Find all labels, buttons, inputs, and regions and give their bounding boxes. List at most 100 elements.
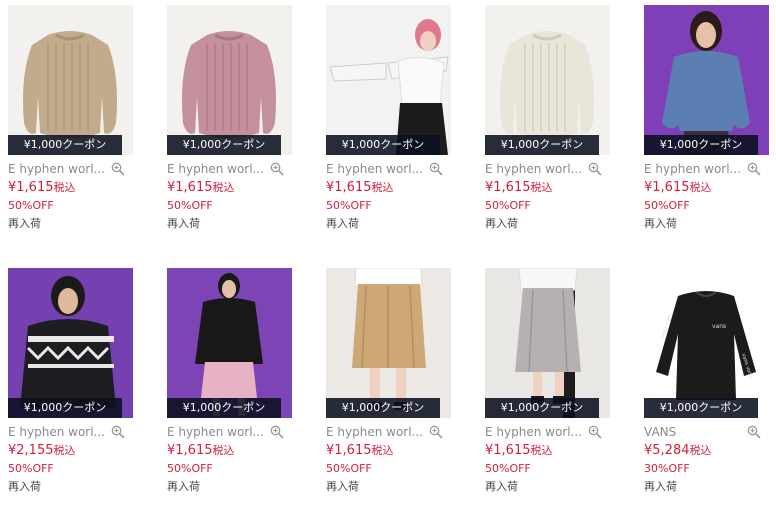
price-value: ¥1,615 [326, 443, 372, 458]
brand-name[interactable]: E hyphen worl... [326, 159, 424, 179]
product-card[interactable]: ¥1,000クーポン E hyphen worl... ¥1,615税込 50%… [485, 268, 611, 496]
product-image[interactable]: vans vans vans vans vans ¥1,000クーポン [644, 268, 769, 418]
grey-corduroy-skirt [485, 268, 610, 418]
price: ¥1,615税込 [485, 179, 611, 197]
product-card[interactable]: ¥1,000クーポン E hyphen worl... ¥1,615税込 50%… [8, 5, 134, 233]
price: ¥2,155税込 [8, 442, 134, 460]
magnifier-plus-icon[interactable] [270, 161, 284, 176]
coupon-badge[interactable]: ¥1,000クーポン [326, 135, 440, 155]
restock-label: 再入荷 [8, 480, 41, 493]
magnifier-plus-icon[interactable] [429, 424, 443, 439]
tax-label: 税込 [212, 444, 235, 457]
product-image[interactable]: ¥1,000クーポン [8, 268, 133, 418]
tax-label: 税込 [530, 181, 553, 194]
magnifier-plus-icon[interactable] [747, 424, 761, 439]
product-card[interactable]: ¥1,000クーポン E hyphen worl... ¥1,615税込 50%… [644, 5, 770, 233]
product-image[interactable]: ¥1,000クーポン [485, 268, 610, 418]
coupon-badge[interactable]: ¥1,000クーポン [485, 398, 599, 418]
brand-name[interactable]: E hyphen worl... [485, 422, 583, 442]
magnifier-plus-icon[interactable] [429, 161, 443, 176]
camel-corduroy-skirt [326, 268, 451, 418]
ivory-cable-knit-sweater [485, 5, 610, 155]
brand-name[interactable]: E hyphen worl... [8, 422, 106, 442]
product-card[interactable]: vans vans vans vans vans ¥1,000クーポン VANS… [644, 268, 770, 496]
price: ¥1,615税込 [644, 179, 770, 197]
product-image[interactable]: ¥1,000クーポン [485, 5, 610, 155]
svg-text:vans: vans [712, 323, 726, 330]
product-card[interactable]: ¥1,000クーポン E hyphen worl... ¥1,615税込 50%… [167, 268, 293, 496]
coupon-badge[interactable]: ¥1,000クーポン [326, 398, 440, 418]
price: ¥1,615税込 [167, 442, 293, 460]
coupon-badge[interactable]: ¥1,000クーポン [167, 135, 281, 155]
magnifier-plus-icon[interactable] [588, 424, 602, 439]
magnifier-plus-icon[interactable] [588, 161, 602, 176]
magnifier-plus-icon[interactable] [111, 424, 125, 439]
discount-rate: 50%OFF [167, 199, 213, 212]
product-card[interactable]: ¥1,000クーポン E hyphen worl... ¥1,615税込 50%… [326, 268, 452, 496]
discount-rate: 50%OFF [485, 462, 531, 475]
product-image[interactable]: ¥1,000クーポン [167, 5, 292, 155]
coupon-badge[interactable]: ¥1,000クーポン [167, 398, 281, 418]
price-value: ¥1,615 [8, 180, 54, 195]
pink-cable-knit-sweater [167, 5, 292, 155]
brand-name[interactable]: VANS [644, 422, 742, 442]
product-image[interactable]: ¥1,000クーポン [326, 5, 451, 155]
product-card[interactable]: ¥1,000クーポン E hyphen worl... ¥1,615税込 50%… [167, 5, 293, 233]
brand-name[interactable]: E hyphen worl... [485, 159, 583, 179]
magnifier-plus-icon[interactable] [270, 424, 284, 439]
restock-label: 再入荷 [167, 480, 200, 493]
model-nordic-sweater [8, 268, 133, 418]
brand-name[interactable]: E hyphen worl... [167, 422, 265, 442]
price: ¥1,615税込 [326, 442, 452, 460]
price: ¥1,615税込 [167, 179, 293, 197]
price-value: ¥1,615 [326, 180, 372, 195]
black-vans-long-sleeve-tee: vans vans vans vans vans [644, 268, 769, 418]
magnifier-plus-icon[interactable] [111, 161, 125, 176]
discount-rate: 50%OFF [644, 199, 690, 212]
price-value: ¥5,284 [644, 443, 690, 458]
restock-label: 再入荷 [644, 217, 677, 230]
model-blue-sweater [644, 5, 769, 155]
price: ¥1,615税込 [326, 179, 452, 197]
restock-label: 再入荷 [485, 217, 518, 230]
beige-cable-knit-sweater [8, 5, 133, 155]
tax-label: 税込 [530, 444, 553, 457]
discount-rate: 50%OFF [167, 462, 213, 475]
product-grid: ¥1,000クーポン E hyphen worl... ¥1,615税込 50%… [0, 0, 776, 509]
coupon-badge[interactable]: ¥1,000クーポン [485, 135, 599, 155]
restock-label: 再入荷 [326, 480, 359, 493]
price-value: ¥1,615 [485, 180, 531, 195]
price-value: ¥1,615 [167, 443, 213, 458]
price-value: ¥1,615 [485, 443, 531, 458]
product-card[interactable]: ¥1,000クーポン E hyphen worl... ¥1,615税込 50%… [485, 5, 611, 233]
brand-name[interactable]: E hyphen worl... [326, 422, 424, 442]
product-card[interactable]: ¥1,000クーポン E hyphen worl... ¥1,615税込 50%… [326, 5, 452, 233]
price: ¥1,615税込 [8, 179, 134, 197]
discount-rate: 50%OFF [8, 199, 54, 212]
discount-rate: 50%OFF [485, 199, 531, 212]
tax-label: 税込 [689, 181, 712, 194]
restock-label: 再入荷 [167, 217, 200, 230]
brand-name[interactable]: E hyphen worl... [8, 159, 106, 179]
discount-rate: 50%OFF [326, 199, 372, 212]
product-image[interactable]: ¥1,000クーポン [8, 5, 133, 155]
tax-label: 税込 [53, 181, 76, 194]
restock-label: 再入荷 [326, 217, 359, 230]
coupon-badge[interactable]: ¥1,000クーポン [8, 398, 122, 418]
coupon-badge[interactable]: ¥1,000クーポン [8, 135, 122, 155]
magnifier-plus-icon[interactable] [747, 161, 761, 176]
price: ¥1,615税込 [485, 442, 611, 460]
product-image[interactable]: ¥1,000クーポン [644, 5, 769, 155]
brand-name[interactable]: E hyphen worl... [644, 159, 742, 179]
product-card[interactable]: ¥1,000クーポン E hyphen worl... ¥2,155税込 50%… [8, 268, 134, 496]
discount-rate: 50%OFF [8, 462, 54, 475]
price-value: ¥2,155 [8, 443, 54, 458]
price-value: ¥1,615 [644, 180, 690, 195]
brand-name[interactable]: E hyphen worl... [167, 159, 265, 179]
tax-label: 税込 [371, 444, 394, 457]
coupon-badge[interactable]: ¥1,000クーポン [644, 398, 758, 418]
product-image[interactable]: ¥1,000クーポン [326, 268, 451, 418]
coupon-badge[interactable]: ¥1,000クーポン [644, 135, 758, 155]
tax-label: 税込 [371, 181, 394, 194]
product-image[interactable]: ¥1,000クーポン [167, 268, 292, 418]
